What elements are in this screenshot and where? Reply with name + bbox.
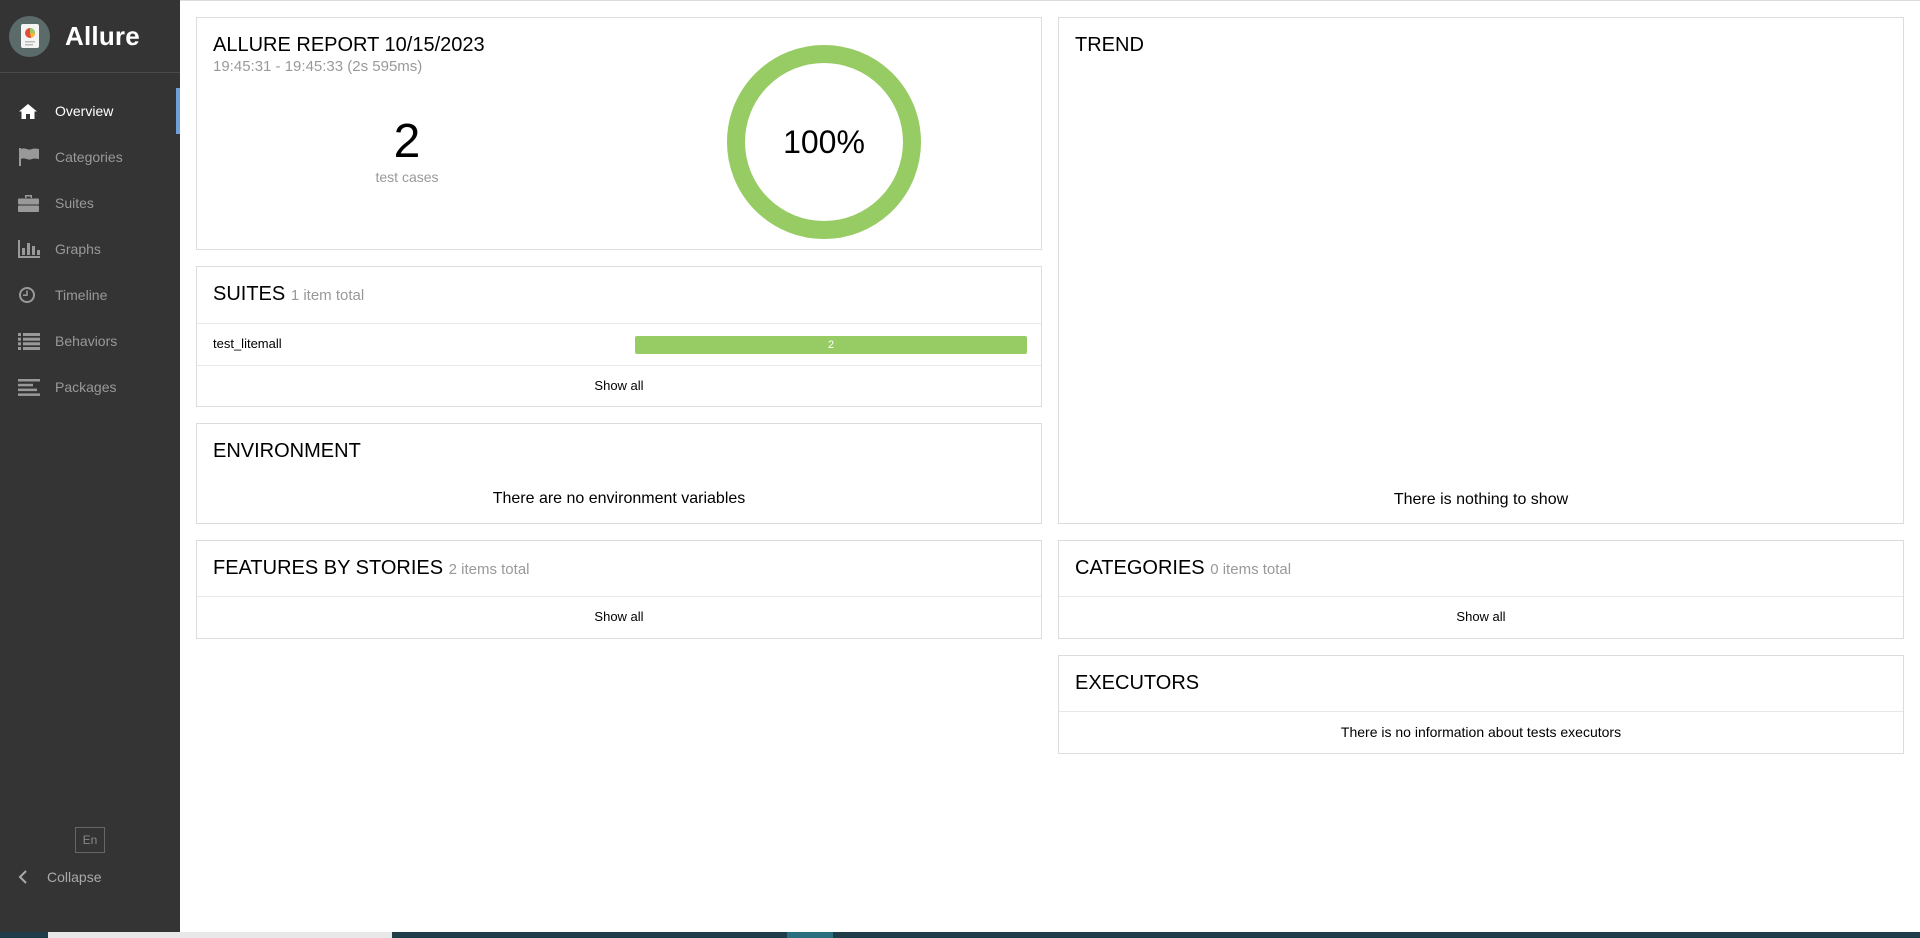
chevron-left-icon [18, 870, 27, 884]
bar-chart-icon [18, 240, 40, 258]
executors-empty-message: There is no information about tests exec… [1340, 724, 1622, 740]
trend-title: TREND [1075, 34, 1144, 56]
summary-widget: ALLURE REPORT 10/15/2023 19:45:31 - 19:4… [196, 17, 1042, 250]
categories-show-all-link[interactable]: Show all [1059, 609, 1903, 624]
executors-widget: EXECUTORS There is no information about … [1058, 655, 1904, 754]
divider [1059, 596, 1903, 597]
align-left-icon [18, 378, 40, 396]
categories-widget: CATEGORIES 0 items total Show all [1058, 540, 1904, 639]
brand-name: Allure [65, 20, 140, 51]
report-time: 19:45:31 - 19:45:33 (2s 595ms) [213, 58, 423, 75]
sidebar: Allure Overview Categories Suites Graphs [0, 0, 180, 932]
suite-status-bar: 2 [635, 336, 1027, 354]
executors-title: EXECUTORS [1075, 672, 1200, 694]
clock-icon [18, 286, 40, 304]
suites-widget: SUITES 1 item total test_litemall 2 Show… [196, 266, 1042, 407]
sidebar-item-behaviors[interactable]: Behaviors [0, 318, 180, 364]
taskbar-item[interactable] [48, 932, 392, 938]
language-selector[interactable]: En [75, 827, 105, 853]
sidebar-item-timeline[interactable]: Timeline [0, 272, 180, 318]
sidebar-item-label: Behaviors [55, 333, 118, 349]
pass-rate-percent: 100% [783, 123, 865, 160]
categories-title-text: CATEGORIES [1075, 557, 1205, 579]
divider [1059, 711, 1903, 712]
categories-title: CATEGORIES 0 items total [1075, 557, 1291, 580]
environment-widget: ENVIRONMENT There are no environment var… [196, 423, 1042, 524]
suites-show-all-link[interactable]: Show all [197, 378, 1041, 393]
sidebar-item-packages[interactable]: Packages [0, 364, 180, 410]
suite-row[interactable]: test_litemall 2 [197, 323, 1041, 365]
sidebar-item-label: Categories [55, 149, 123, 165]
briefcase-icon [18, 194, 40, 212]
suite-name: test_litemall [213, 336, 282, 351]
environment-empty-message: There are no environment variables [492, 490, 746, 507]
sidebar-nav: Overview Categories Suites Graphs Timeli… [0, 88, 180, 410]
features-widget: FEATURES BY STORIES 2 items total Show a… [196, 540, 1042, 639]
report-title: ALLURE REPORT 10/15/2023 [213, 34, 485, 56]
sidebar-item-overview[interactable]: Overview [0, 88, 180, 134]
suites-title: SUITES 1 item total [213, 283, 364, 306]
sidebar-item-categories[interactable]: Categories [0, 134, 180, 180]
list-icon [18, 332, 40, 350]
allure-logo-icon [9, 15, 50, 57]
sidebar-item-label: Timeline [55, 287, 108, 303]
trend-empty-message: There is nothing to show [1393, 491, 1569, 508]
test-cases-count: 2 [393, 115, 421, 168]
collapse-label: Collapse [47, 869, 102, 885]
flag-icon [18, 148, 40, 166]
environment-title: ENVIRONMENT [213, 440, 361, 462]
sidebar-item-suites[interactable]: Suites [0, 180, 180, 226]
divider [197, 365, 1041, 366]
trend-widget: TREND There is nothing to show [1058, 17, 1904, 524]
sidebar-item-label: Overview [55, 103, 114, 119]
features-count: 2 items total [448, 561, 530, 578]
features-title: FEATURES BY STORIES 2 items total [213, 557, 530, 580]
features-title-text: FEATURES BY STORIES [213, 557, 444, 579]
home-icon [18, 102, 40, 120]
sidebar-item-graphs[interactable]: Graphs [0, 226, 180, 272]
suites-count: 1 item total [290, 287, 365, 304]
top-border [180, 0, 1920, 1]
divider [197, 596, 1041, 597]
features-show-all-link[interactable]: Show all [197, 609, 1041, 624]
sidebar-item-label: Suites [55, 195, 94, 211]
test-cases-label: test cases [375, 169, 439, 185]
taskbar-item[interactable] [787, 932, 833, 938]
sidebar-item-label: Graphs [55, 241, 101, 257]
brand[interactable]: Allure [0, 0, 180, 73]
suites-title-text: SUITES [213, 283, 286, 305]
categories-count: 0 items total [1210, 561, 1292, 578]
collapse-button[interactable]: Collapse [18, 866, 101, 888]
sidebar-item-label: Packages [55, 379, 117, 395]
